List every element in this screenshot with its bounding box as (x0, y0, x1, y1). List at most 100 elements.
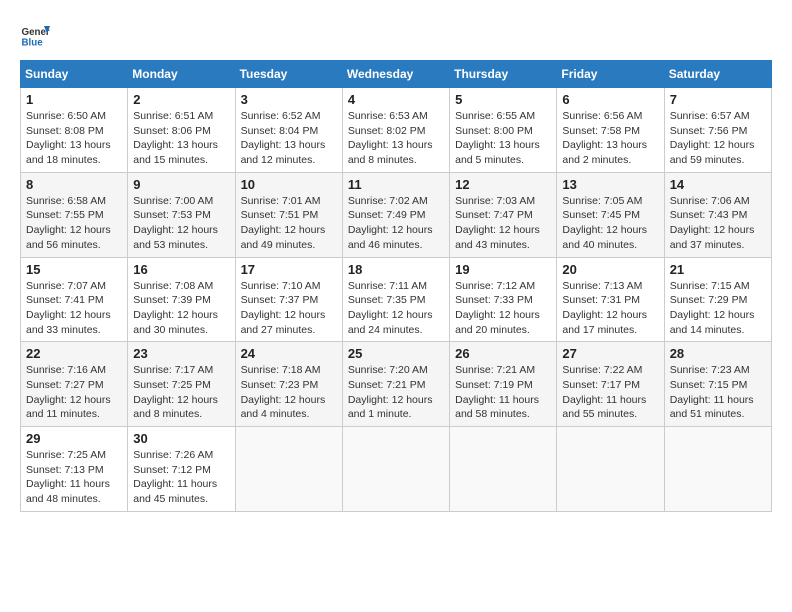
day-info: Sunrise: 6:57 AMSunset: 7:56 PMDaylight:… (670, 109, 766, 168)
day-info: Sunrise: 7:01 AMSunset: 7:51 PMDaylight:… (241, 194, 337, 253)
day-info: Sunrise: 7:23 AMSunset: 7:15 PMDaylight:… (670, 363, 766, 422)
calendar-cell: 22 Sunrise: 7:16 AMSunset: 7:27 PMDaylig… (21, 342, 128, 427)
page-header: General Blue (20, 20, 772, 50)
day-number: 27 (562, 346, 658, 361)
calendar-cell: 16 Sunrise: 7:08 AMSunset: 7:39 PMDaylig… (128, 257, 235, 342)
weekday-header-friday: Friday (557, 61, 664, 88)
day-info: Sunrise: 7:10 AMSunset: 7:37 PMDaylight:… (241, 279, 337, 338)
day-number: 2 (133, 92, 229, 107)
calendar-cell: 2 Sunrise: 6:51 AMSunset: 8:06 PMDayligh… (128, 88, 235, 173)
day-number: 15 (26, 262, 122, 277)
calendar-cell: 14 Sunrise: 7:06 AMSunset: 7:43 PMDaylig… (664, 172, 771, 257)
calendar-cell: 12 Sunrise: 7:03 AMSunset: 7:47 PMDaylig… (450, 172, 557, 257)
calendar-cell: 9 Sunrise: 7:00 AMSunset: 7:53 PMDayligh… (128, 172, 235, 257)
weekday-header-row: SundayMondayTuesdayWednesdayThursdayFrid… (21, 61, 772, 88)
day-info: Sunrise: 6:56 AMSunset: 7:58 PMDaylight:… (562, 109, 658, 168)
calendar-week-row: 8 Sunrise: 6:58 AMSunset: 7:55 PMDayligh… (21, 172, 772, 257)
day-info: Sunrise: 7:25 AMSunset: 7:13 PMDaylight:… (26, 448, 122, 507)
day-info: Sunrise: 7:16 AMSunset: 7:27 PMDaylight:… (26, 363, 122, 422)
day-number: 16 (133, 262, 229, 277)
day-info: Sunrise: 7:17 AMSunset: 7:25 PMDaylight:… (133, 363, 229, 422)
day-number: 19 (455, 262, 551, 277)
day-number: 21 (670, 262, 766, 277)
calendar-cell: 1 Sunrise: 6:50 AMSunset: 8:08 PMDayligh… (21, 88, 128, 173)
day-number: 25 (348, 346, 444, 361)
calendar-cell: 19 Sunrise: 7:12 AMSunset: 7:33 PMDaylig… (450, 257, 557, 342)
calendar-week-row: 15 Sunrise: 7:07 AMSunset: 7:41 PMDaylig… (21, 257, 772, 342)
calendar-cell: 6 Sunrise: 6:56 AMSunset: 7:58 PMDayligh… (557, 88, 664, 173)
calendar-cell: 13 Sunrise: 7:05 AMSunset: 7:45 PMDaylig… (557, 172, 664, 257)
day-info: Sunrise: 6:51 AMSunset: 8:06 PMDaylight:… (133, 109, 229, 168)
day-number: 12 (455, 177, 551, 192)
calendar-cell: 30 Sunrise: 7:26 AMSunset: 7:12 PMDaylig… (128, 427, 235, 512)
day-info: Sunrise: 7:03 AMSunset: 7:47 PMDaylight:… (455, 194, 551, 253)
day-info: Sunrise: 7:02 AMSunset: 7:49 PMDaylight:… (348, 194, 444, 253)
weekday-header-sunday: Sunday (21, 61, 128, 88)
day-number: 11 (348, 177, 444, 192)
calendar-cell (450, 427, 557, 512)
day-info: Sunrise: 7:12 AMSunset: 7:33 PMDaylight:… (455, 279, 551, 338)
day-info: Sunrise: 6:58 AMSunset: 7:55 PMDaylight:… (26, 194, 122, 253)
day-info: Sunrise: 7:05 AMSunset: 7:45 PMDaylight:… (562, 194, 658, 253)
day-number: 4 (348, 92, 444, 107)
calendar-week-row: 1 Sunrise: 6:50 AMSunset: 8:08 PMDayligh… (21, 88, 772, 173)
day-number: 9 (133, 177, 229, 192)
weekday-header-monday: Monday (128, 61, 235, 88)
day-number: 22 (26, 346, 122, 361)
day-info: Sunrise: 6:53 AMSunset: 8:02 PMDaylight:… (348, 109, 444, 168)
day-info: Sunrise: 6:55 AMSunset: 8:00 PMDaylight:… (455, 109, 551, 168)
day-info: Sunrise: 6:52 AMSunset: 8:04 PMDaylight:… (241, 109, 337, 168)
day-info: Sunrise: 7:21 AMSunset: 7:19 PMDaylight:… (455, 363, 551, 422)
day-info: Sunrise: 6:50 AMSunset: 8:08 PMDaylight:… (26, 109, 122, 168)
weekday-header-thursday: Thursday (450, 61, 557, 88)
day-number: 1 (26, 92, 122, 107)
calendar-cell: 20 Sunrise: 7:13 AMSunset: 7:31 PMDaylig… (557, 257, 664, 342)
day-number: 7 (670, 92, 766, 107)
day-info: Sunrise: 7:08 AMSunset: 7:39 PMDaylight:… (133, 279, 229, 338)
day-number: 20 (562, 262, 658, 277)
day-number: 28 (670, 346, 766, 361)
calendar-cell: 26 Sunrise: 7:21 AMSunset: 7:19 PMDaylig… (450, 342, 557, 427)
day-number: 6 (562, 92, 658, 107)
calendar-cell: 10 Sunrise: 7:01 AMSunset: 7:51 PMDaylig… (235, 172, 342, 257)
day-info: Sunrise: 7:00 AMSunset: 7:53 PMDaylight:… (133, 194, 229, 253)
day-number: 29 (26, 431, 122, 446)
calendar-cell: 4 Sunrise: 6:53 AMSunset: 8:02 PMDayligh… (342, 88, 449, 173)
calendar-cell: 25 Sunrise: 7:20 AMSunset: 7:21 PMDaylig… (342, 342, 449, 427)
day-number: 5 (455, 92, 551, 107)
calendar-table: SundayMondayTuesdayWednesdayThursdayFrid… (20, 60, 772, 512)
logo: General Blue (20, 20, 50, 50)
day-info: Sunrise: 7:22 AMSunset: 7:17 PMDaylight:… (562, 363, 658, 422)
day-info: Sunrise: 7:20 AMSunset: 7:21 PMDaylight:… (348, 363, 444, 422)
day-number: 8 (26, 177, 122, 192)
svg-text:Blue: Blue (22, 38, 44, 49)
calendar-cell: 29 Sunrise: 7:25 AMSunset: 7:13 PMDaylig… (21, 427, 128, 512)
day-number: 23 (133, 346, 229, 361)
weekday-header-saturday: Saturday (664, 61, 771, 88)
day-info: Sunrise: 7:11 AMSunset: 7:35 PMDaylight:… (348, 279, 444, 338)
day-number: 14 (670, 177, 766, 192)
calendar-cell: 21 Sunrise: 7:15 AMSunset: 7:29 PMDaylig… (664, 257, 771, 342)
day-info: Sunrise: 7:06 AMSunset: 7:43 PMDaylight:… (670, 194, 766, 253)
calendar-cell: 17 Sunrise: 7:10 AMSunset: 7:37 PMDaylig… (235, 257, 342, 342)
weekday-header-wednesday: Wednesday (342, 61, 449, 88)
calendar-cell: 11 Sunrise: 7:02 AMSunset: 7:49 PMDaylig… (342, 172, 449, 257)
day-number: 26 (455, 346, 551, 361)
calendar-cell: 5 Sunrise: 6:55 AMSunset: 8:00 PMDayligh… (450, 88, 557, 173)
calendar-cell: 28 Sunrise: 7:23 AMSunset: 7:15 PMDaylig… (664, 342, 771, 427)
day-number: 3 (241, 92, 337, 107)
logo-icon: General Blue (20, 20, 50, 50)
calendar-week-row: 22 Sunrise: 7:16 AMSunset: 7:27 PMDaylig… (21, 342, 772, 427)
calendar-cell: 7 Sunrise: 6:57 AMSunset: 7:56 PMDayligh… (664, 88, 771, 173)
day-number: 24 (241, 346, 337, 361)
day-info: Sunrise: 7:13 AMSunset: 7:31 PMDaylight:… (562, 279, 658, 338)
calendar-cell (342, 427, 449, 512)
day-info: Sunrise: 7:15 AMSunset: 7:29 PMDaylight:… (670, 279, 766, 338)
calendar-cell: 24 Sunrise: 7:18 AMSunset: 7:23 PMDaylig… (235, 342, 342, 427)
day-number: 30 (133, 431, 229, 446)
day-number: 18 (348, 262, 444, 277)
day-info: Sunrise: 7:26 AMSunset: 7:12 PMDaylight:… (133, 448, 229, 507)
calendar-cell (664, 427, 771, 512)
calendar-cell: 23 Sunrise: 7:17 AMSunset: 7:25 PMDaylig… (128, 342, 235, 427)
calendar-cell (557, 427, 664, 512)
